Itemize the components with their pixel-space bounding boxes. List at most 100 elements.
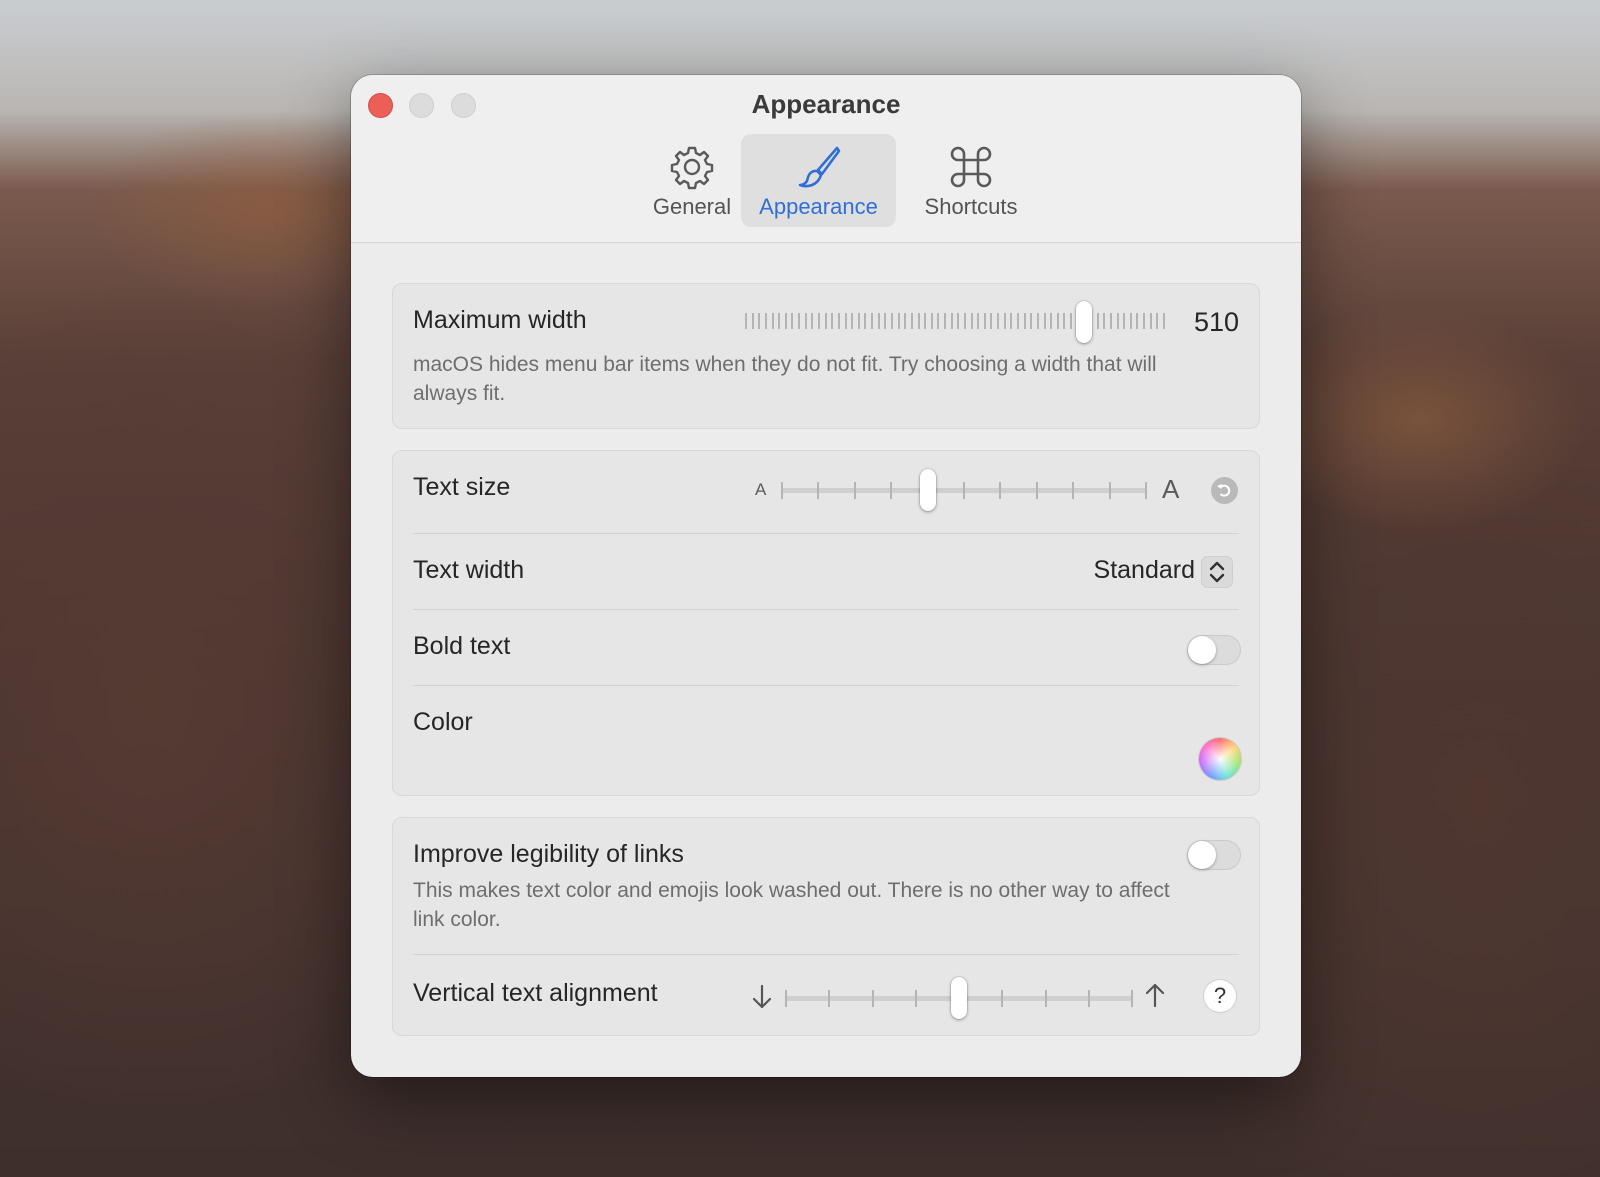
slider-tick bbox=[1045, 990, 1047, 1007]
slider-tick bbox=[957, 313, 959, 329]
slider-tick bbox=[805, 313, 807, 329]
slider-tick bbox=[1017, 313, 1019, 329]
slider-tick bbox=[1130, 313, 1132, 329]
slider-tick bbox=[778, 313, 780, 329]
color-well[interactable] bbox=[1199, 738, 1241, 780]
arrow-down-icon bbox=[752, 984, 772, 1009]
slider-tick bbox=[1109, 482, 1111, 499]
slider-tick bbox=[1143, 313, 1145, 329]
slider-tick bbox=[864, 313, 866, 329]
slider-tick bbox=[1145, 482, 1147, 499]
tab-appearance[interactable]: Appearance bbox=[741, 134, 896, 227]
slider-tick bbox=[745, 313, 747, 329]
slider-tick bbox=[1010, 313, 1012, 329]
separator bbox=[413, 954, 1239, 955]
slider-tick bbox=[1037, 313, 1039, 329]
slider-tick bbox=[977, 313, 979, 329]
slider-tick bbox=[971, 313, 973, 329]
tab-shortcuts[interactable]: Shortcuts bbox=[901, 134, 1041, 227]
slider-tick bbox=[924, 313, 926, 329]
legibility-label: Improve legibility of links bbox=[413, 840, 684, 868]
slider-tick bbox=[817, 482, 819, 499]
vertical-alignment-slider[interactable] bbox=[785, 976, 1133, 1020]
bold-text-label: Bold text bbox=[413, 632, 511, 660]
arrow-up-icon bbox=[1145, 983, 1165, 1008]
slider-tick bbox=[872, 990, 874, 1007]
slider-tick bbox=[1070, 313, 1072, 329]
slider-tick bbox=[1057, 313, 1059, 329]
slider-tick bbox=[781, 482, 783, 499]
chevron-updown-icon bbox=[1209, 561, 1225, 583]
slider-tick bbox=[1001, 990, 1003, 1007]
command-icon bbox=[950, 146, 992, 188]
tab-general[interactable]: General bbox=[633, 134, 751, 227]
slider-tick bbox=[828, 990, 830, 1007]
slider-tick bbox=[999, 482, 1001, 499]
slider-tick bbox=[854, 482, 856, 499]
slider-tick bbox=[918, 313, 920, 329]
slider-tick bbox=[1050, 313, 1052, 329]
slider-tick bbox=[791, 313, 793, 329]
text-width-stepper[interactable] bbox=[1201, 556, 1233, 588]
settings-window: Appearance General Appearance Shortcuts … bbox=[351, 75, 1301, 1077]
bold-text-toggle[interactable] bbox=[1187, 635, 1241, 665]
help-button[interactable]: ? bbox=[1204, 980, 1236, 1012]
max-width-value: 510 bbox=[1193, 307, 1239, 337]
text-size-slider-thumb[interactable] bbox=[920, 469, 936, 511]
slider-tick bbox=[984, 313, 986, 329]
text-size-large-glyph: A bbox=[1162, 474, 1180, 504]
slider-tick bbox=[1136, 313, 1138, 329]
slider-tick bbox=[1030, 313, 1032, 329]
text-width-label: Text width bbox=[413, 556, 525, 584]
separator bbox=[413, 533, 1239, 534]
vertical-alignment-label: Vertical text alignment bbox=[413, 979, 658, 1007]
slider-tick bbox=[937, 313, 939, 329]
slider-tick bbox=[871, 313, 873, 329]
slider-tick bbox=[891, 313, 893, 329]
slider-tick bbox=[1103, 313, 1105, 329]
text-width-value[interactable]: Standard bbox=[1094, 556, 1195, 585]
slider-tick bbox=[898, 313, 900, 329]
text-options-card: Text size A A Text width Standard Bold t… bbox=[392, 450, 1260, 796]
slider-tick bbox=[997, 313, 999, 329]
reset-icon[interactable] bbox=[1211, 477, 1238, 504]
slider-tick bbox=[785, 990, 787, 1007]
slider-tick bbox=[831, 313, 833, 329]
slider-tick bbox=[1036, 482, 1038, 499]
slider-tick bbox=[904, 313, 906, 329]
text-size-label: Text size bbox=[413, 473, 511, 501]
slider-tick bbox=[884, 313, 886, 329]
max-width-card: Maximum width 510 macOS hides menu bar i… bbox=[392, 283, 1260, 429]
text-size-slider[interactable] bbox=[781, 468, 1147, 512]
slider-tick bbox=[1163, 313, 1165, 329]
gear-icon bbox=[670, 146, 714, 190]
tab-appearance-label: Appearance bbox=[759, 194, 878, 219]
slider-tick bbox=[890, 482, 892, 499]
slider-tick bbox=[915, 990, 917, 1007]
slider-tick bbox=[964, 313, 966, 329]
slider-tick bbox=[963, 482, 965, 499]
slider-tick bbox=[785, 313, 787, 329]
tab-shortcuts-label: Shortcuts bbox=[924, 194, 1018, 219]
max-width-slider[interactable] bbox=[745, 296, 1165, 346]
max-width-description: macOS hides menu bar items when they do … bbox=[413, 353, 1157, 405]
slider-tick bbox=[1123, 313, 1125, 329]
slider-tick bbox=[765, 313, 767, 329]
slider-tick bbox=[951, 313, 953, 329]
slider-tick bbox=[1131, 990, 1133, 1007]
slider-tick bbox=[811, 313, 813, 329]
slider-tick bbox=[845, 313, 847, 329]
slider-tick bbox=[911, 313, 913, 329]
legibility-toggle[interactable] bbox=[1187, 840, 1241, 870]
slider-tick bbox=[1156, 313, 1158, 329]
text-size-small-glyph: A bbox=[755, 480, 767, 499]
slider-tick bbox=[878, 313, 880, 329]
slider-tick bbox=[1110, 313, 1112, 329]
paintbrush-icon bbox=[798, 146, 840, 188]
slider-tick bbox=[1088, 990, 1090, 1007]
max-width-slider-thumb[interactable] bbox=[1076, 301, 1092, 343]
vertical-alignment-slider-thumb[interactable] bbox=[951, 977, 967, 1019]
slider-tick bbox=[818, 313, 820, 329]
slider-tick bbox=[1024, 313, 1026, 329]
slider-tick bbox=[990, 313, 992, 329]
